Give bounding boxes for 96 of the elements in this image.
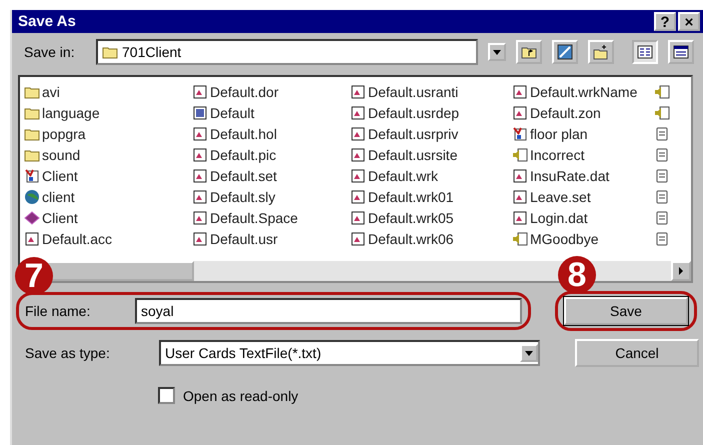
file-item[interactable]: sound [24, 146, 192, 164]
file-icon [512, 168, 528, 184]
file-item[interactable]: Default.wrk06 [350, 230, 512, 248]
list-view-icon [637, 44, 653, 60]
speaker-file-icon [512, 231, 528, 247]
file-icon [192, 168, 208, 184]
file-item[interactable]: Default.usrdep [350, 104, 512, 122]
save-as-type-dropdown[interactable]: User Cards TextFile(*.txt) [159, 340, 540, 366]
file-icon [350, 105, 366, 121]
file-icon [192, 210, 208, 226]
file-item[interactable]: MGoodbye [512, 230, 654, 248]
file-icon [350, 189, 366, 205]
file-item[interactable]: Default.hol [192, 125, 350, 143]
step-badge-overlay: 7 [15, 257, 53, 295]
file-item[interactable]: InsuRate.dat [512, 167, 654, 185]
file-icon [350, 84, 366, 100]
speaker-file-icon [512, 147, 528, 163]
checkbox[interactable] [158, 387, 175, 404]
window-title: Save As [18, 13, 77, 30]
notepad-icon [654, 210, 670, 226]
caret-icon [525, 349, 533, 357]
file-icon [512, 84, 528, 100]
globe-icon [24, 189, 40, 205]
application-icon [24, 168, 40, 184]
file-item[interactable]: Default.pic [192, 146, 350, 164]
file-icon [512, 105, 528, 121]
file-item[interactable]: Default.set [192, 167, 350, 185]
file-icon [512, 189, 528, 205]
file-icon [350, 231, 366, 247]
desktop-button[interactable] [552, 40, 578, 64]
file-item[interactable]: client [24, 188, 192, 206]
list-view-button[interactable] [632, 40, 658, 64]
file-item[interactable]: Incorrect [512, 146, 654, 164]
file-item[interactable]: Default [192, 104, 350, 122]
file-item[interactable]: Default.usrsite [350, 146, 512, 164]
file-icon [350, 168, 366, 184]
document-icon [192, 105, 208, 121]
cancel-button[interactable]: Cancel [575, 339, 699, 367]
notepad-icon [654, 168, 670, 184]
file-icon [350, 147, 366, 163]
file-icon [192, 126, 208, 142]
file-icon [192, 231, 208, 247]
file-item[interactable]: Default.dor [192, 83, 350, 101]
file-item[interactable]: language [24, 104, 192, 122]
notepad-icon [654, 231, 670, 247]
file-item[interactable]: Leave.set [512, 188, 654, 206]
file-item[interactable]: Login.dat [512, 209, 654, 227]
file-item[interactable]: Default.wrkName [512, 83, 654, 101]
file-icon [192, 84, 208, 100]
file-name-field[interactable]: soyal [135, 298, 522, 324]
file-icon [512, 210, 528, 226]
save-in-dropdown[interactable]: 701Client [96, 39, 478, 65]
file-item[interactable]: Default.usranti [350, 83, 512, 101]
caret-icon [493, 48, 501, 56]
new-folder-button[interactable] [588, 40, 614, 64]
dropdown-button[interactable] [488, 43, 506, 61]
file-item[interactable]: Default.wrk01 [350, 188, 512, 206]
save-as-type-label: Save as type: [25, 345, 111, 361]
file-item[interactable]: Default.usrpriv [350, 125, 512, 143]
checkbox-label: Open as read-only [183, 388, 298, 404]
file-icon [192, 189, 208, 205]
file-icon [350, 126, 366, 142]
desktop-icon [557, 44, 573, 60]
file-icon [192, 147, 208, 163]
file-name-label: File name: [25, 303, 92, 319]
book-icon [24, 210, 40, 226]
file-item[interactable]: Default.wrk [350, 167, 512, 185]
notepad-icon [654, 126, 670, 142]
scroll-right-button[interactable] [671, 261, 691, 281]
file-item[interactable]: Default.wrk05 [350, 209, 512, 227]
details-view-button[interactable] [668, 40, 694, 64]
right-arrow-icon [677, 267, 685, 275]
help-button[interactable]: ? [654, 12, 676, 31]
file-item[interactable]: Default.Space [192, 209, 350, 227]
file-icon [24, 231, 40, 247]
details-view-icon [673, 44, 689, 60]
file-item[interactable]: floor plan [512, 125, 654, 143]
notepad-icon [654, 189, 670, 205]
close-button[interactable]: × [678, 12, 700, 31]
application-icon [512, 126, 528, 142]
file-item[interactable]: Default.sly [192, 188, 350, 206]
up-folder-button[interactable] [516, 40, 542, 64]
speaker-file-icon [654, 105, 670, 121]
notepad-icon [654, 147, 670, 163]
speaker-file-icon [654, 84, 670, 100]
file-item[interactable]: popgra [24, 125, 192, 143]
file-item[interactable]: Default.acc [24, 230, 192, 248]
file-item[interactable]: avi [24, 83, 192, 101]
file-item[interactable]: Client [24, 167, 192, 185]
save-in-label: Save in: [24, 44, 76, 60]
save-button[interactable]: Save [564, 297, 688, 325]
file-item[interactable]: Client [24, 209, 192, 227]
file-item[interactable]: Default.zon [512, 104, 654, 122]
new-folder-icon [593, 44, 609, 60]
file-icon [350, 210, 366, 226]
file-item[interactable]: Default.usr [192, 230, 350, 248]
